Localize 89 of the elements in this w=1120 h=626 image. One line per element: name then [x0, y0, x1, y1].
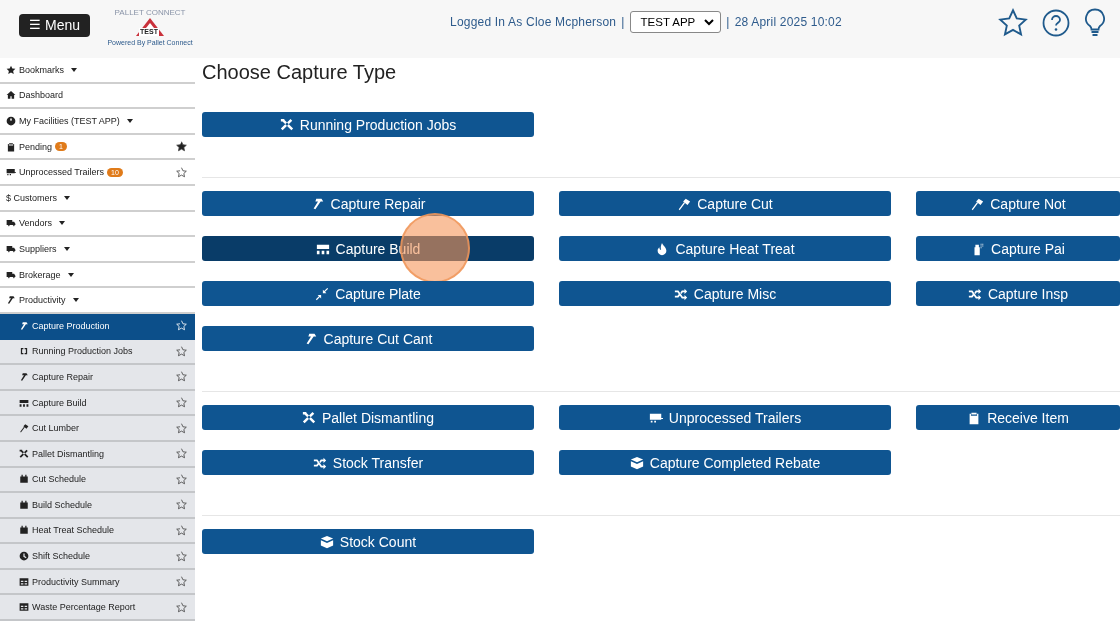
- separator: |: [621, 15, 625, 29]
- sidebar-label: Waste Percentage Report: [32, 602, 136, 613]
- capture-type-button[interactable]: Capture Misc: [559, 281, 891, 306]
- sidebar-item[interactable]: Capture Production: [0, 313, 195, 340]
- table-icon: [19, 576, 29, 587]
- sidebar-item[interactable]: Shift Schedule: [0, 544, 195, 570]
- sidebar-item[interactable]: Cut Schedule: [0, 467, 195, 494]
- sidebar-label: Dashboard: [19, 90, 64, 101]
- capture-type-button[interactable]: Capture Plate: [202, 281, 534, 306]
- lightbulb-icon[interactable]: [1084, 8, 1106, 38]
- date-time: 28 April 2025 10:02: [734, 15, 842, 29]
- truck-icon: [6, 269, 16, 280]
- sidebar-label: Pallet Dismantling: [32, 448, 105, 459]
- menu-button[interactable]: ☰ Menu: [19, 13, 91, 37]
- bookmark-star-icon[interactable]: [176, 141, 187, 153]
- box-icon: [629, 455, 644, 470]
- sidebar-label: Vendors: [19, 218, 53, 229]
- capture-type-button[interactable]: Capture Repair: [202, 191, 534, 216]
- sidebar-item[interactable]: Build Schedule: [0, 493, 195, 519]
- sidebar-item[interactable]: Waste Percentage Report: [0, 595, 195, 622]
- separator: |: [726, 15, 730, 29]
- sidebar-item[interactable]: Capture Repair: [0, 365, 195, 391]
- house-icon: [6, 90, 16, 101]
- sidebar-label: Bookmarks: [19, 64, 64, 75]
- sidebar-label: Shift Schedule: [32, 551, 91, 562]
- clock-icon: [19, 551, 29, 562]
- capture-type-button[interactable]: Capture Completed Rebate: [559, 450, 891, 475]
- box-icon: [319, 534, 334, 549]
- compress-icon: [315, 286, 330, 301]
- capture-type-button[interactable]: Receive Item: [916, 405, 1120, 430]
- app-select[interactable]: TEST APP: [629, 11, 722, 33]
- axe-icon: [970, 196, 985, 211]
- sidebar-label: Suppliers: [19, 243, 57, 254]
- sidebar-item[interactable]: Pallet Dismantling: [0, 441, 195, 468]
- capture-type-button[interactable]: Running Production Jobs: [202, 112, 534, 137]
- capture-type-button[interactable]: Capture Heat Treat: [559, 236, 891, 261]
- tools-icon: [301, 410, 316, 425]
- star-icon[interactable]: [998, 8, 1028, 38]
- page-title: Choose Capture Type: [202, 61, 398, 85]
- calendar-icon: [19, 474, 29, 485]
- table-icon: [19, 602, 29, 613]
- truck-icon: [6, 243, 16, 254]
- hammer-icon: [6, 295, 16, 306]
- trailer-icon: [6, 167, 16, 178]
- capture-type-button[interactable]: Stock Transfer: [202, 450, 534, 475]
- capture-type-button[interactable]: Capture Cut Cant: [202, 326, 534, 351]
- sidebar-item[interactable]: Heat Treat Schedule: [0, 518, 195, 545]
- sidebar-item[interactable]: Cut Lumber: [0, 416, 195, 442]
- sidebar-label: $ Customers: [6, 192, 58, 203]
- capture-type-button[interactable]: Capture Insp: [916, 281, 1120, 306]
- pallet-icon: [19, 397, 29, 408]
- star-icon: [6, 64, 16, 75]
- sidebar-label: Capture Production: [32, 320, 110, 331]
- help-icon[interactable]: [1042, 9, 1070, 37]
- sidebar-label: Build Schedule: [32, 499, 93, 510]
- clipboard-icon: [6, 141, 16, 152]
- sidebar-item[interactable]: Capture Build: [0, 390, 195, 417]
- sidebar-item[interactable]: Running Production Jobs: [0, 339, 195, 366]
- truck-icon: [6, 218, 16, 229]
- sidebar-label: Running Production Jobs: [32, 346, 133, 357]
- sidebar-label: Heat Treat Schedule: [32, 525, 115, 536]
- capture-type-button[interactable]: Stock Count: [202, 529, 534, 554]
- sidebar-item[interactable]: Productivity Summary: [0, 569, 195, 596]
- capture-type-button[interactable]: Capture Cut: [559, 191, 891, 216]
- tools-icon: [19, 448, 29, 459]
- sidebar-label: Capture Build: [32, 397, 87, 408]
- sidebar-label: Cut Lumber: [32, 423, 80, 434]
- capture-type-button[interactable]: Unprocessed Trailers: [559, 405, 891, 430]
- sidebar-label: Capture Repair: [32, 371, 94, 382]
- sidebar-label: My Facilities (TEST APP): [19, 116, 120, 126]
- sidebar-label: Pending: [19, 141, 53, 152]
- capture-type-button[interactable]: Capture Pai: [916, 236, 1120, 261]
- logged-in-text: Logged In As Cloe Mcpherson: [450, 15, 617, 29]
- hammer-icon: [19, 320, 29, 331]
- sidebar-label: Cut Schedule: [32, 474, 87, 485]
- capture-type-button[interactable]: Pallet Dismantling: [202, 405, 534, 430]
- axe-icon: [677, 196, 692, 211]
- tools-icon: [279, 117, 294, 132]
- sidebar-label: Unprocessed Trailers: [19, 167, 105, 178]
- calendar-icon: [19, 525, 29, 536]
- calendar-icon: [19, 499, 29, 510]
- sidebar-label: Brokerage: [19, 269, 61, 280]
- capture-type-button[interactable]: Capture Not: [916, 191, 1120, 216]
- caret-icon: [704, 18, 715, 26]
- logo-wordmark: PALLET CONNECT: [114, 8, 186, 17]
- hammer-icon: [19, 371, 29, 382]
- sidebar-label: Productivity Summary: [32, 576, 120, 587]
- sidebar-label: Productivity: [19, 295, 66, 306]
- axe-icon: [19, 423, 29, 434]
